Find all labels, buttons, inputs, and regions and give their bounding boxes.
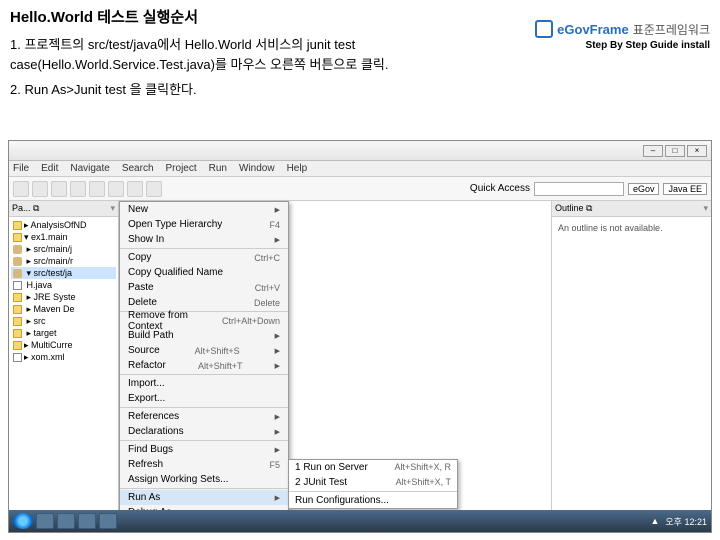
tree-item[interactable]: ▸ JRE Syste — [11, 291, 116, 303]
fold-icon — [13, 329, 22, 338]
toolbar-button[interactable] — [108, 181, 124, 197]
fold-icon — [13, 233, 22, 242]
menu-search[interactable]: Search — [122, 163, 154, 174]
ctx-assign-working-sets-[interactable]: Assign Working Sets... — [120, 472, 288, 487]
runas-run-configurations-[interactable]: Run Configurations... — [289, 493, 457, 508]
panel-menu-icon[interactable]: ▾ — [110, 203, 115, 214]
menu-project[interactable]: Project — [166, 163, 197, 174]
quick-access-input[interactable] — [534, 182, 624, 196]
perspective-egov[interactable]: eGov — [628, 183, 660, 195]
maximize-icon[interactable]: □ — [665, 145, 685, 157]
taskbar-app-icon[interactable] — [36, 513, 54, 529]
ctx-copy-qualified-name[interactable]: Copy Qualified Name — [120, 265, 288, 280]
tree-item[interactable]: ▸ Maven De — [11, 303, 116, 315]
ctx-refresh[interactable]: RefreshF5 — [120, 457, 288, 472]
tree-item[interactable]: ▸ xom.xml — [11, 351, 116, 363]
tree-item[interactable]: ▾ ex1.main — [11, 231, 116, 243]
toolbar-button[interactable] — [32, 181, 48, 197]
ctx-source[interactable]: SourceAlt+Shift+S — [120, 343, 288, 358]
menu-help[interactable]: Help — [287, 163, 308, 174]
fold-icon — [13, 341, 22, 350]
ctx-declarations[interactable]: Declarations — [120, 424, 288, 439]
file-icon — [13, 353, 22, 362]
editor-area: NewOpen Type HierarchyF4Show In CopyCtrl+… — [119, 201, 551, 511]
tray-flag-icon[interactable]: ▲ — [650, 516, 659, 526]
step-2: 2. Run As>Junit test 을 클릭한다. — [10, 80, 430, 100]
menu-file[interactable]: File — [13, 163, 29, 174]
fold-icon — [13, 305, 22, 314]
start-button-icon[interactable] — [13, 513, 33, 529]
fold-icon — [13, 293, 22, 302]
toolbar-button[interactable] — [13, 181, 29, 197]
fold-icon — [13, 221, 22, 230]
ctx-delete[interactable]: DeleteDelete — [120, 295, 288, 310]
file-icon — [13, 281, 22, 290]
egov-logo-icon — [535, 20, 553, 38]
tray-clock[interactable]: 오후 12:21 — [665, 515, 707, 528]
logo-brand: eGovFrame — [557, 22, 629, 37]
ctx-show-in[interactable]: Show In — [120, 232, 288, 247]
ctx-new[interactable]: New — [120, 202, 288, 217]
ctx-export-[interactable]: Export... — [120, 391, 288, 406]
runas--run-on-server[interactable]: 1 Run on ServerAlt+Shift+X, R — [289, 460, 457, 475]
left-tab-label[interactable]: Pa... ⧉ — [12, 203, 39, 214]
menu-navigate[interactable]: Navigate — [70, 163, 109, 174]
ctx-run-as[interactable]: Run As — [120, 490, 288, 505]
tree-item[interactable]: ▸ src — [11, 315, 116, 327]
toolbar-button[interactable] — [51, 181, 67, 197]
logo-kr: 표준프레임워크 — [633, 21, 710, 38]
fold-icon — [13, 317, 22, 326]
toolbar-button[interactable] — [146, 181, 162, 197]
eclipse-window: – □ × File Edit Navigate Search Project Run Wi… — [8, 140, 712, 533]
context-menu[interactable]: NewOpen Type HierarchyF4Show In CopyCtrl+… — [119, 201, 289, 533]
close-icon[interactable]: × — [687, 145, 707, 157]
runas-submenu[interactable]: 1 Run on ServerAlt+Shift+X, R2 JUnit Tes… — [288, 459, 458, 509]
perspective-javaee[interactable]: Java EE — [663, 183, 707, 195]
toolbar-button[interactable] — [70, 181, 86, 197]
pkg-icon — [13, 245, 22, 254]
tree-item[interactable]: ▾ src/test/ja — [11, 267, 116, 279]
tree-item[interactable]: ▸ MultiCurre — [11, 339, 116, 351]
menu-edit[interactable]: Edit — [41, 163, 58, 174]
taskbar-app-icon[interactable] — [99, 513, 117, 529]
step-1: 1. 프로젝트의 src/test/java에서 Hello.World 서비스… — [10, 35, 430, 74]
window-titlebar[interactable]: – □ × — [9, 141, 711, 161]
runas--junit-test[interactable]: 2 JUnit TestAlt+Shift+X, T — [289, 475, 457, 490]
toolbar-button[interactable] — [89, 181, 105, 197]
slide-subtitle: Step By Step Guide install — [535, 40, 710, 51]
pkg-icon — [13, 257, 22, 266]
logo-block: eGovFrame 표준프레임워크 Step By Step Guide ins… — [535, 20, 710, 51]
taskbar-app-icon[interactable] — [78, 513, 96, 529]
windows-taskbar[interactable]: ▲ 오후 12:21 — [9, 510, 711, 532]
ctx-remove-from-context[interactable]: Remove from ContextCtrl+Alt+Down — [120, 313, 288, 328]
menu-run[interactable]: Run — [209, 163, 227, 174]
right-tab-label[interactable]: Outline ⧉ — [555, 203, 592, 214]
ctx-paste[interactable]: PasteCtrl+V — [120, 280, 288, 295]
quick-access-label: Quick Access — [470, 183, 530, 194]
outline-empty-message: An outline is not available. — [552, 217, 711, 239]
toolbar[interactable]: Quick Access eGov Java EE — [9, 177, 711, 201]
ctx-import-[interactable]: Import... — [120, 376, 288, 391]
tree-item[interactable]: ▸ target — [11, 327, 116, 339]
tree-item[interactable]: ▸ AnalysisOfND — [11, 219, 116, 231]
taskbar-app-icon[interactable] — [57, 513, 75, 529]
package-explorer[interactable]: Pa... ⧉ ▾ ▸ AnalysisOfND▾ ex1.main ▸ src/… — [9, 201, 119, 511]
ctx-open-type-hierarchy[interactable]: Open Type HierarchyF4 — [120, 217, 288, 232]
outline-view[interactable]: Outline ⧉ ▾ An outline is not available. — [551, 201, 711, 511]
minimize-icon[interactable]: – — [643, 145, 663, 157]
ctx-find-bugs[interactable]: Find Bugs — [120, 442, 288, 457]
tree-item[interactable]: ▸ src/main/j — [11, 243, 116, 255]
panel-menu-icon[interactable]: ▾ — [703, 203, 708, 214]
ctx-refactor[interactable]: RefactorAlt+Shift+T — [120, 358, 288, 373]
ctx-copy[interactable]: CopyCtrl+C — [120, 250, 288, 265]
tree-item[interactable]: ▸ src/main/r — [11, 255, 116, 267]
ctx-references[interactable]: References — [120, 409, 288, 424]
pkg-icon — [13, 269, 22, 278]
tree-item[interactable]: H.java — [11, 279, 116, 291]
toolbar-button[interactable] — [127, 181, 143, 197]
menu-window[interactable]: Window — [239, 163, 275, 174]
menu-bar[interactable]: File Edit Navigate Search Project Run Window He… — [9, 161, 711, 177]
